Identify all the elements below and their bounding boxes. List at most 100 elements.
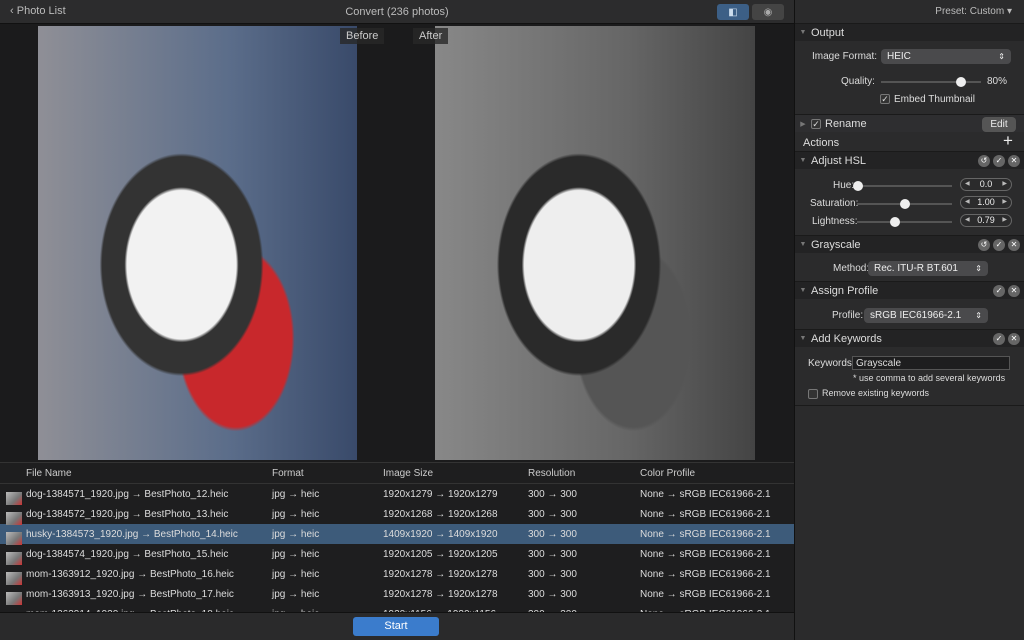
rename-checkbox[interactable]: ✓ bbox=[811, 118, 821, 129]
cell-file-name: mom-1363913_1920.jpg → BestPhoto_17.heic bbox=[0, 589, 270, 605]
footer: Start bbox=[0, 612, 794, 640]
cell-resolution: 300 → 300 bbox=[528, 588, 577, 600]
table-row[interactable]: dog-1384574_1920.jpg → BestPhoto_15.heic… bbox=[0, 544, 794, 565]
disclosure-icon: ▼ bbox=[799, 287, 807, 294]
table-row[interactable]: dog-1384572_1920.jpg → BestPhoto_13.heic… bbox=[0, 504, 794, 525]
remove-icon[interactable]: ✕ bbox=[1008, 333, 1020, 345]
lightness-value: 0.79 bbox=[977, 215, 995, 225]
quality-slider[interactable] bbox=[881, 77, 981, 87]
lightness-stepper[interactable]: ◀ 0.79 ▶ bbox=[960, 214, 1012, 227]
format-label: Image Format: bbox=[812, 51, 878, 62]
cell-image-size: 1920x1268 → 1920x1268 bbox=[383, 508, 498, 520]
table-row[interactable]: mom-1363912_1920.jpg → BestPhoto_16.heic… bbox=[0, 564, 794, 585]
split-view-button[interactable]: ◧ bbox=[717, 4, 749, 20]
remove-icon[interactable]: ✕ bbox=[1008, 239, 1020, 251]
reset-icon[interactable]: ↺ bbox=[978, 239, 990, 251]
toolbar: ‹ Photo List Convert (236 photos) ◧ ◉ bbox=[0, 0, 794, 24]
method-select[interactable]: Rec. ITU-R BT.601 ⇕ bbox=[868, 261, 988, 276]
disclosure-icon: ▼ bbox=[799, 335, 807, 342]
section-title: Grayscale bbox=[811, 238, 861, 251]
thumbnail bbox=[6, 591, 22, 605]
slider-knob[interactable] bbox=[890, 217, 900, 227]
cell-resolution: 300 → 300 bbox=[528, 528, 577, 540]
cell-format: jpg → heic bbox=[272, 588, 320, 600]
section-add-keywords[interactable]: ▼ Add Keywords bbox=[795, 329, 1024, 347]
section-output[interactable]: ▼ Output bbox=[795, 23, 1024, 41]
slider-knob[interactable] bbox=[900, 199, 910, 209]
cell-image-size: 1409x1920 → 1409x1920 bbox=[383, 528, 498, 540]
remove-icon[interactable]: ✕ bbox=[1008, 155, 1020, 167]
col-image-size[interactable]: Image Size bbox=[383, 468, 528, 479]
table-row[interactable]: dog-1384571_1920.jpg → BestPhoto_12.heic… bbox=[0, 484, 794, 505]
cell-file-name: dog-1384574_1920.jpg → BestPhoto_15.heic bbox=[0, 549, 270, 565]
updown-icon: ⇕ bbox=[975, 264, 982, 273]
cell-resolution: 300 → 300 bbox=[528, 548, 577, 560]
thumbnail bbox=[6, 571, 22, 585]
hue-stepper[interactable]: ◀ 0.0 ▶ bbox=[960, 178, 1012, 191]
before-image bbox=[38, 26, 357, 460]
after-label: After bbox=[413, 28, 449, 44]
enable-check-icon[interactable]: ✓ bbox=[993, 155, 1005, 167]
checkbox-icon: ✓ bbox=[880, 94, 890, 105]
cell-resolution: 300 → 300 bbox=[528, 508, 577, 520]
cell-color-profile: None → sRGB IEC61966-2.1 bbox=[640, 508, 771, 520]
cell-color-profile: None → sRGB IEC61966-2.1 bbox=[640, 548, 771, 560]
slider-knob[interactable] bbox=[853, 181, 863, 191]
lightness-label: Lightness: bbox=[812, 216, 858, 227]
reset-icon[interactable]: ↺ bbox=[978, 155, 990, 167]
keywords-input[interactable]: Grayscale bbox=[852, 356, 1010, 370]
updown-icon: ⇕ bbox=[975, 311, 982, 320]
remove-existing-label: Remove existing keywords bbox=[822, 388, 930, 398]
col-resolution[interactable]: Resolution bbox=[528, 468, 640, 479]
split-view-icon: ◧ bbox=[728, 6, 738, 18]
col-file-name[interactable]: File Name bbox=[0, 468, 270, 479]
disclosure-icon: ▼ bbox=[799, 241, 807, 248]
slider-knob[interactable] bbox=[956, 77, 966, 87]
cell-format: jpg → heic bbox=[272, 548, 320, 560]
method-label: Method: bbox=[833, 263, 870, 274]
format-select[interactable]: HEIC ⇕ bbox=[881, 49, 1011, 64]
remove-existing-checkbox[interactable]: Remove existing keywords bbox=[808, 388, 929, 399]
cell-file-name: dog-1384572_1920.jpg → BestPhoto_13.heic bbox=[0, 509, 270, 525]
lightness-slider[interactable] bbox=[857, 217, 952, 227]
preset-dropdown[interactable]: Preset: Custom ▾ bbox=[935, 6, 1012, 17]
hue-slider[interactable] bbox=[853, 181, 952, 191]
divider bbox=[795, 405, 1024, 406]
cell-format: jpg → heic bbox=[272, 528, 320, 540]
col-format[interactable]: Format bbox=[270, 468, 383, 479]
table-row[interactable]: mom-1363914_1920.jpg → BestPhoto_18.heic… bbox=[0, 604, 794, 612]
enable-check-icon[interactable]: ✓ bbox=[993, 333, 1005, 345]
saturation-stepper[interactable]: ◀ 1.00 ▶ bbox=[960, 196, 1012, 209]
cell-color-profile: None → sRGB IEC61966-2.1 bbox=[640, 528, 771, 540]
enable-check-icon[interactable]: ✓ bbox=[993, 239, 1005, 251]
col-color-profile[interactable]: Color Profile bbox=[640, 468, 794, 479]
profile-select[interactable]: sRGB IEC61966-2.1 ⇕ bbox=[864, 308, 988, 323]
window-title: Convert (236 photos) bbox=[345, 6, 449, 18]
embed-thumbnail-checkbox[interactable]: ✓ Embed Thumbnail bbox=[880, 94, 975, 105]
enable-check-icon[interactable]: ✓ bbox=[993, 285, 1005, 297]
table-row[interactable]: husky-1384573_1920.jpg → BestPhoto_14.he… bbox=[0, 524, 794, 545]
checkbox-icon bbox=[808, 388, 818, 399]
plus-icon[interactable]: + bbox=[1003, 131, 1013, 151]
disclosure-icon: ▼ bbox=[799, 157, 807, 164]
cell-file-name: dog-1384571_1920.jpg → BestPhoto_12.heic bbox=[0, 489, 270, 505]
saturation-slider[interactable] bbox=[857, 199, 952, 209]
disclosure-icon: ▼ bbox=[799, 29, 807, 36]
after-image bbox=[435, 26, 755, 460]
hue-label: Hue: bbox=[833, 180, 855, 191]
saturation-label: Saturation: bbox=[810, 198, 859, 209]
rename-edit-button[interactable]: Edit bbox=[982, 117, 1016, 132]
table-row[interactable]: mom-1363913_1920.jpg → BestPhoto_17.heic… bbox=[0, 584, 794, 605]
thumbnail bbox=[6, 491, 22, 505]
section-assign-profile[interactable]: ▼ Assign Profile bbox=[795, 281, 1024, 299]
quality-label: Quality: bbox=[841, 76, 875, 87]
thumbnail bbox=[6, 531, 22, 545]
cell-format: jpg → heic bbox=[272, 488, 320, 500]
cell-color-profile: None → sRGB IEC61966-2.1 bbox=[640, 588, 771, 600]
table-header: File Name Format Image Size Resolution C… bbox=[0, 463, 794, 484]
remove-icon[interactable]: ✕ bbox=[1008, 285, 1020, 297]
preview-button[interactable]: ◉ bbox=[752, 4, 784, 20]
cell-resolution: 300 → 300 bbox=[528, 488, 577, 500]
thumbnail bbox=[6, 551, 22, 565]
start-button[interactable]: Start bbox=[353, 617, 439, 636]
